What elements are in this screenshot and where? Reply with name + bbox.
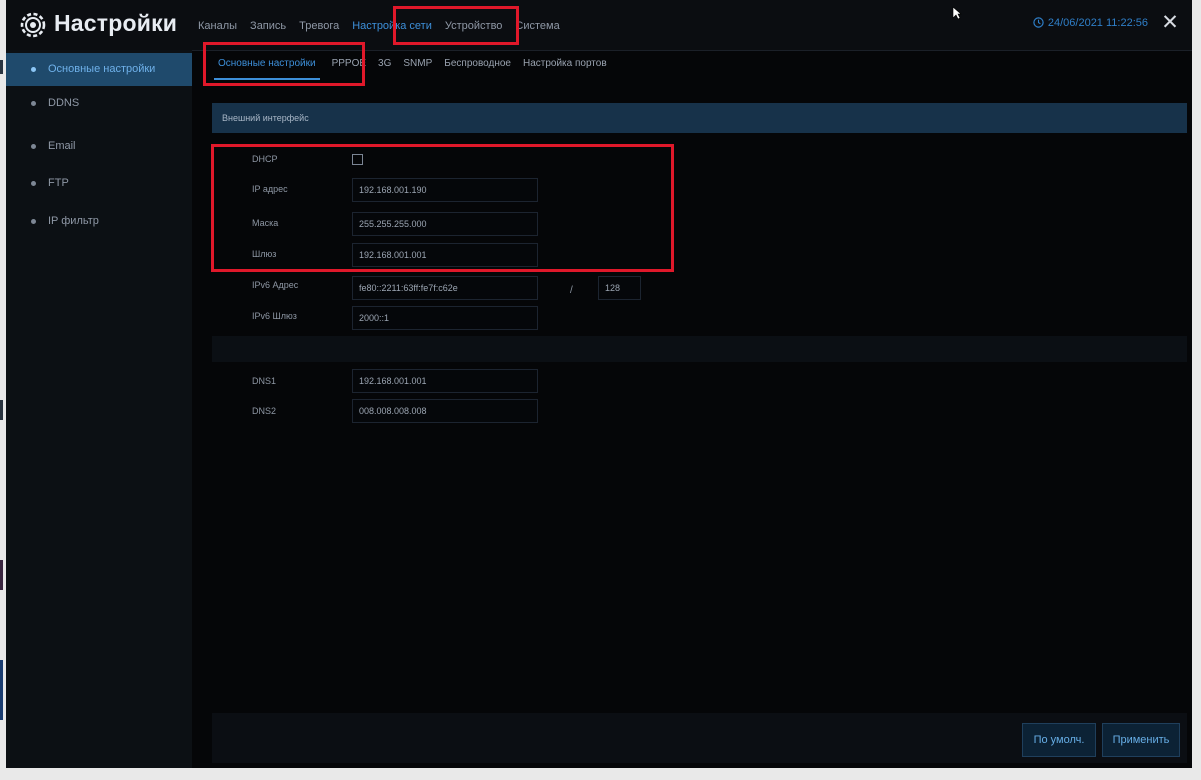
sidebar-item-ddns[interactable]: DDNS [6,87,192,120]
sidebar-item-ftp[interactable]: FTP [6,167,192,200]
nav-record[interactable]: Запись [250,16,286,36]
mouse-cursor-icon [952,6,962,25]
ipv6-prefix-input[interactable]: 128 [598,276,641,300]
default-button[interactable]: По умолч. [1022,723,1096,757]
dns2-label: DNS2 [252,406,277,416]
dns1-input[interactable]: 192.168.001.001 [352,369,538,393]
close-icon[interactable]: ✕ [1158,11,1182,35]
sidebar-item-ip-filter[interactable]: IP фильтр [6,205,192,238]
clock-icon [1033,17,1044,31]
bullet-icon [31,219,36,224]
highlight-basic-settings-tab [203,42,365,86]
sidebar-item-label: IP фильтр [48,215,99,227]
edge-artifact [0,660,3,720]
highlight-ip-fields [211,144,674,272]
dvr-settings-screen: Настройки Каналы Запись Тревога Настройк… [6,0,1192,768]
bullet-icon [31,144,36,149]
dns2-input[interactable]: 008.008.008.008 [352,399,538,423]
sidebar-item-label: FTP [48,177,69,189]
bullet-icon [31,101,36,106]
sidebar-item-basic[interactable]: Основные настройки [6,53,192,86]
datetime-display: 24/06/2021 11:22:56 [1033,17,1148,31]
dns1-label: DNS1 [252,376,277,386]
app-title: Настройки [54,10,178,36]
nav-system[interactable]: Система [515,16,559,36]
prefix-separator: / [570,285,573,296]
edge-artifact [0,400,3,420]
nav-alarm[interactable]: Тревога [299,16,339,36]
top-bar: Настройки Каналы Запись Тревога Настройк… [6,0,1192,51]
bullet-icon [31,67,36,72]
sidebar-item-label: DDNS [48,97,80,109]
edge-artifact [0,60,3,74]
section-header-external-interface: Внешний интерфейс [212,103,1187,133]
bullet-icon [31,181,36,186]
tab-snmp[interactable]: SNMP [403,50,432,80]
sidebar-item-label: Основные настройки [48,63,156,75]
sidebar-item-email[interactable]: Email [6,130,192,163]
tab-3g[interactable]: 3G [378,50,391,80]
sidebar: Основные настройки DDNS Email FTP IP фил… [6,50,192,768]
gear-icon [20,12,46,38]
tab-wireless[interactable]: Беспроводное [444,50,511,80]
ipv6-address-input[interactable]: fe80::2211:63ff:fe7f:c62e [352,276,538,300]
ipv6-address-label: IPv6 Адрес [252,280,299,290]
edge-artifact [0,560,3,590]
ipv6-gateway-label: IPv6 Шлюз [252,311,297,321]
datetime-text: 24/06/2021 11:22:56 [1047,17,1148,29]
apply-button[interactable]: Применить [1102,723,1180,757]
ipv6-gateway-input[interactable]: 2000::1 [352,306,538,330]
highlight-network-tab [393,6,519,45]
sidebar-item-label: Email [48,140,76,152]
section-divider [212,336,1187,362]
tab-port-settings[interactable]: Настройка портов [523,50,607,80]
nav-channels[interactable]: Каналы [198,16,237,36]
